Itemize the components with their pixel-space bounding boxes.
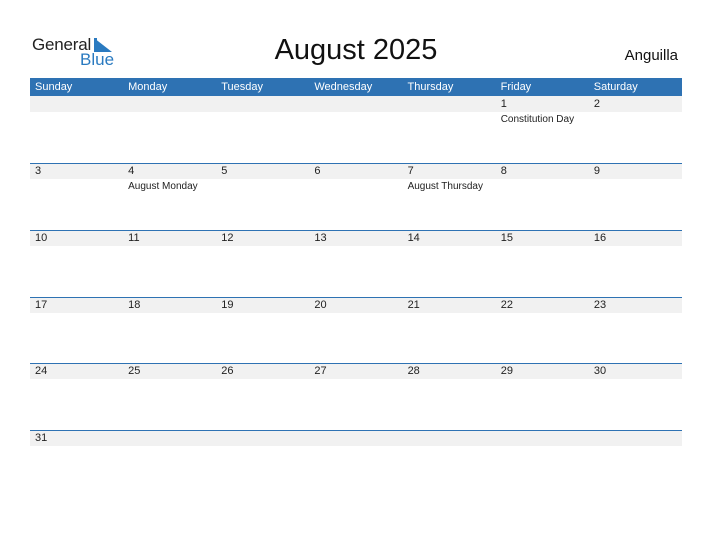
day-number: 8 — [500, 165, 507, 177]
day-number: 17 — [35, 299, 48, 311]
weekday-tuesday: Tuesday — [221, 81, 264, 93]
holiday-label: August Monday — [128, 181, 198, 192]
week-divider — [30, 163, 682, 164]
weekday-sunday: Sunday — [35, 81, 73, 93]
country-label: Anguilla — [624, 47, 678, 64]
week-divider — [30, 230, 682, 231]
day-number: 4 — [128, 165, 135, 177]
day-number: 23 — [593, 299, 607, 311]
weekday-wednesday: Wednesday — [314, 81, 373, 93]
weekday-monday: Monday — [128, 81, 168, 93]
day-number: 1 — [500, 98, 507, 110]
day-number: 19 — [221, 299, 234, 311]
day-number: 15 — [500, 232, 513, 244]
holiday-label: Constitution Day — [500, 114, 575, 125]
day-number: 29 — [500, 365, 513, 377]
day-number: 28 — [407, 365, 420, 377]
day-number: 25 — [128, 365, 141, 377]
day-number: 12 — [221, 232, 234, 244]
week-divider — [30, 297, 682, 298]
day-number: 24 — [35, 365, 48, 377]
week-divider — [30, 363, 682, 364]
day-number: 11 — [128, 232, 140, 244]
weekday-header: Sunday Monday Tuesday Wednesday Thursday… — [30, 78, 682, 96]
day-number: 27 — [314, 365, 327, 377]
day-number: 21 — [407, 299, 420, 311]
calendar-title: August 2025 — [274, 34, 438, 66]
day-number: 7 — [407, 165, 414, 177]
day-number: 31 — [35, 432, 48, 444]
day-number: 3 — [35, 165, 42, 177]
day-number: 26 — [221, 365, 234, 377]
day-number: 5 — [221, 165, 228, 177]
day-number: 20 — [314, 299, 327, 311]
day-number: 2 — [593, 98, 600, 110]
day-number: 6 — [314, 165, 321, 177]
weekday-saturday: Saturday — [593, 81, 638, 93]
day-number: 13 — [314, 232, 327, 244]
week-divider — [30, 430, 682, 431]
day-number: 16 — [593, 232, 607, 244]
week-date-band — [30, 430, 682, 446]
day-number: 9 — [593, 165, 600, 177]
day-number: 14 — [407, 232, 420, 244]
day-number: 22 — [500, 299, 513, 311]
weekday-thursday: Thursday — [407, 81, 454, 93]
day-number: 18 — [128, 299, 141, 311]
holiday-label: August Thursday — [407, 181, 483, 192]
weekday-friday: Friday — [500, 81, 532, 93]
day-number: 30 — [593, 365, 607, 377]
week-date-band — [30, 96, 682, 112]
day-number: 10 — [35, 232, 48, 244]
